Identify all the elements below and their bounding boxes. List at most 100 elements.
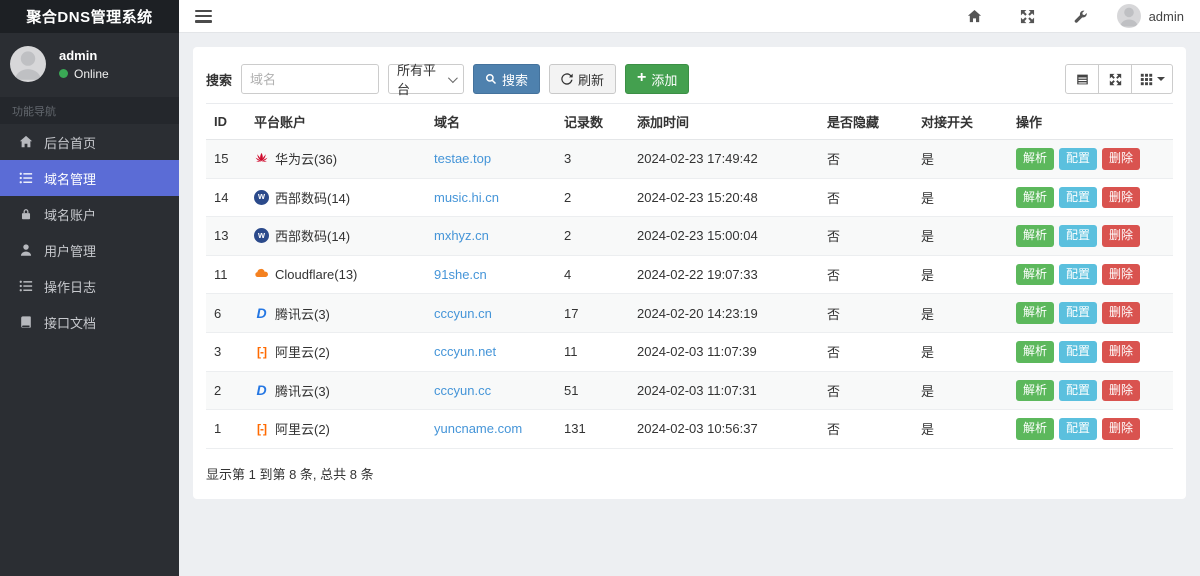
cell-linked: 是 bbox=[913, 255, 1008, 295]
lock-icon bbox=[19, 207, 33, 221]
parse-button[interactable]: 解析 bbox=[1016, 263, 1055, 286]
col-hidden: 是否隐藏 bbox=[819, 103, 913, 140]
table-row: 13 西部数码(14) mxhyz.cn 2 2024-02-23 15:00:… bbox=[206, 216, 1173, 256]
aliyun-icon bbox=[254, 421, 269, 436]
cell-hidden: 否 bbox=[819, 371, 913, 411]
config-button[interactable]: 配置 bbox=[1059, 340, 1098, 363]
domain-link[interactable]: testae.top bbox=[434, 151, 491, 166]
sidebar-item-domain-accounts[interactable]: 域名账户 bbox=[0, 196, 179, 232]
refresh-icon bbox=[561, 73, 573, 85]
log-icon bbox=[19, 279, 33, 293]
west-digital-icon bbox=[254, 189, 269, 205]
cell-records: 17 bbox=[556, 293, 629, 333]
topbar-username: admin bbox=[1148, 8, 1184, 24]
sidebar-item-label: 域名账户 bbox=[44, 207, 97, 223]
cell-added: 2024-02-03 10:56:37 bbox=[629, 409, 819, 449]
aliyun-icon bbox=[254, 344, 269, 359]
config-button[interactable]: 配置 bbox=[1059, 186, 1098, 209]
chevron-down-icon bbox=[448, 72, 458, 83]
sidebar-user-panel: admin Online bbox=[0, 33, 179, 97]
table-row: 1 阿里云(2) yuncname.com 131 2024-02-03 10:… bbox=[206, 409, 1173, 449]
domain-link[interactable]: yuncname.com bbox=[434, 421, 522, 436]
parse-button[interactable]: 解析 bbox=[1016, 302, 1055, 324]
toggle-view-icon bbox=[1076, 73, 1089, 86]
delete-button[interactable]: 删除 bbox=[1102, 379, 1141, 402]
cell-records: 51 bbox=[556, 371, 629, 411]
config-button[interactable]: 配置 bbox=[1059, 379, 1098, 402]
platform-filter-select[interactable]: 所有平台 bbox=[388, 63, 465, 97]
delete-button[interactable]: 删除 bbox=[1102, 302, 1141, 324]
nav-section-label: 功能导航 bbox=[0, 97, 179, 124]
col-id: ID bbox=[206, 103, 246, 140]
domain-link[interactable]: cccyun.cn bbox=[434, 306, 492, 321]
cell-platform: 阿里云(2) bbox=[275, 345, 330, 361]
cell-records: 11 bbox=[556, 332, 629, 372]
refresh-button[interactable]: 刷新 bbox=[549, 64, 617, 94]
delete-button[interactable]: 删除 bbox=[1102, 148, 1141, 170]
domain-link[interactable]: cccyun.cc bbox=[434, 383, 491, 398]
cell-hidden: 否 bbox=[819, 216, 913, 256]
west-digital-icon bbox=[254, 228, 269, 244]
search-input[interactable] bbox=[241, 64, 380, 94]
cell-linked: 是 bbox=[913, 332, 1008, 372]
add-button-label: 添加 bbox=[651, 72, 678, 88]
delete-button[interactable]: 删除 bbox=[1102, 225, 1141, 247]
table-view-buttons bbox=[1065, 64, 1173, 94]
user-menu[interactable]: admin bbox=[1107, 4, 1184, 28]
parse-button[interactable]: 解析 bbox=[1016, 379, 1055, 402]
delete-button[interactable]: 删除 bbox=[1102, 340, 1141, 363]
domain-link[interactable]: mxhyz.cn bbox=[434, 228, 489, 243]
user-status: Online bbox=[59, 67, 109, 81]
book-icon bbox=[19, 315, 33, 329]
cell-linked: 是 bbox=[913, 409, 1008, 449]
cell-id: 14 bbox=[206, 178, 246, 218]
parse-button[interactable]: 解析 bbox=[1016, 148, 1055, 170]
plus-icon: + bbox=[637, 69, 647, 86]
sidebar-toggle-icon[interactable] bbox=[195, 9, 212, 23]
avatar bbox=[10, 46, 46, 82]
sidebar-item-label: 接口文档 bbox=[44, 315, 97, 331]
parse-button[interactable]: 解析 bbox=[1016, 340, 1055, 363]
user-icon bbox=[19, 243, 33, 257]
table-header-row: ID 平台账户 域名 记录数 添加时间 是否隐藏 对接开关 操作 bbox=[206, 103, 1173, 140]
domain-table: ID 平台账户 域名 记录数 添加时间 是否隐藏 对接开关 操作 15 华为云(… bbox=[206, 103, 1173, 449]
cell-platform: 腾讯云(3) bbox=[275, 383, 330, 399]
cell-linked: 是 bbox=[913, 293, 1008, 333]
config-button[interactable]: 配置 bbox=[1059, 302, 1098, 324]
columns-button[interactable] bbox=[1131, 64, 1173, 94]
config-button[interactable]: 配置 bbox=[1059, 225, 1098, 247]
delete-button[interactable]: 删除 bbox=[1102, 418, 1141, 440]
cell-linked: 是 bbox=[913, 371, 1008, 411]
table-fullscreen-button[interactable] bbox=[1098, 64, 1132, 94]
config-button[interactable]: 配置 bbox=[1059, 148, 1098, 170]
add-button[interactable]: + 添加 bbox=[625, 64, 690, 94]
cell-linked: 是 bbox=[913, 216, 1008, 256]
cell-added: 2024-02-22 19:07:33 bbox=[629, 255, 819, 295]
sidebar-item-dashboard[interactable]: 后台首页 bbox=[0, 124, 179, 160]
sidebar-item-operation-logs[interactable]: 操作日志 bbox=[0, 268, 179, 304]
delete-button[interactable]: 删除 bbox=[1102, 186, 1141, 209]
fullscreen-toggle-icon bbox=[1109, 73, 1122, 86]
parse-button[interactable]: 解析 bbox=[1016, 418, 1055, 440]
tencent-cloud-icon bbox=[254, 383, 269, 398]
domain-link[interactable]: cccyun.net bbox=[434, 344, 496, 359]
sidebar-item-label: 后台首页 bbox=[44, 135, 97, 151]
home-icon[interactable] bbox=[948, 9, 1001, 24]
delete-button[interactable]: 删除 bbox=[1102, 263, 1141, 286]
parse-button[interactable]: 解析 bbox=[1016, 225, 1055, 247]
wrench-icon[interactable] bbox=[1054, 9, 1107, 24]
sidebar-item-user-management[interactable]: 用户管理 bbox=[0, 232, 179, 268]
domain-table-card: 搜索 所有平台 搜索 刷新 + bbox=[193, 47, 1186, 499]
toggle-view-button[interactable] bbox=[1065, 64, 1099, 94]
sidebar-item-api-docs[interactable]: 接口文档 bbox=[0, 304, 179, 340]
cell-added: 2024-02-20 14:23:19 bbox=[629, 293, 819, 333]
config-button[interactable]: 配置 bbox=[1059, 418, 1098, 440]
config-button[interactable]: 配置 bbox=[1059, 263, 1098, 286]
domain-link[interactable]: music.hi.cn bbox=[434, 190, 499, 205]
fullscreen-icon[interactable] bbox=[1001, 9, 1054, 24]
parse-button[interactable]: 解析 bbox=[1016, 186, 1055, 209]
domain-link[interactable]: 91she.cn bbox=[434, 267, 487, 282]
table-row: 14 西部数码(14) music.hi.cn 2 2024-02-23 15:… bbox=[206, 178, 1173, 218]
sidebar-item-domain-management[interactable]: 域名管理 bbox=[0, 160, 179, 196]
search-button[interactable]: 搜索 bbox=[473, 64, 541, 94]
